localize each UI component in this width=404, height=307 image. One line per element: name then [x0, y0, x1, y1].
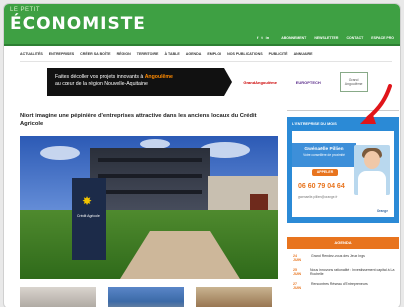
nav-item-actualites[interactable]: ACTUALITÉS	[20, 52, 43, 56]
sidebar-ad-card: Gwénaëlle Pillien Votre conseillère de p…	[292, 131, 394, 217]
banner-text-panel: Faites décoller vos projets innovants à …	[47, 68, 214, 96]
photo-head	[364, 151, 380, 169]
banner-arrow-shape	[214, 68, 232, 96]
ad-email[interactable]: gwenaelle.pillien@orange.fr	[298, 195, 337, 199]
nav-item-publications[interactable]: NOS PUBLICATIONS	[227, 52, 262, 56]
banner-logo-europtech: EUROPTECH	[295, 79, 321, 85]
nav-item-region[interactable]: RÉGION	[117, 52, 131, 56]
agenda-text[interactable]: Nous innovons rationalité : Investisseme…	[310, 268, 399, 276]
building-window-band	[98, 174, 202, 178]
thumbnail-1[interactable]	[20, 287, 96, 307]
thumbnail-2[interactable]	[108, 287, 184, 307]
star-icon: ✸	[82, 194, 93, 208]
ad-name: Gwénaëlle Pillien	[304, 147, 344, 152]
nav-item-creer[interactable]: CRÉER SA BOÎTE	[80, 52, 110, 56]
banner-ad[interactable]: Faites décoller vos projets innovants à …	[47, 68, 377, 96]
building-window-band	[98, 190, 202, 194]
image-building	[90, 148, 210, 218]
banner-logos: GrandAngoulême EUROPTECH Grand Angoulême	[224, 68, 377, 96]
agenda-item[interactable]: 27 JUIN Rencontres Réseau d'Entrepreneur…	[293, 282, 399, 290]
nav-item-agenda[interactable]: AGENDA	[186, 52, 202, 56]
twitter-icon[interactable]: t	[261, 35, 262, 40]
article-title[interactable]: Niort imagine une pépinière d'entreprise…	[20, 112, 280, 128]
nav-item-a-table[interactable]: À TABLE	[164, 52, 179, 56]
banner-logo-grandangouleme: GrandAngoulême	[243, 79, 277, 85]
ad-person-photo	[354, 145, 390, 195]
agenda-header: AGENDA	[287, 237, 399, 249]
agenda-text[interactable]: Rencontres Réseau d'Entrepreneurs	[311, 282, 368, 290]
ad-brand-logo: Orange	[376, 209, 388, 213]
thumbnail-3[interactable]	[196, 287, 272, 307]
agenda-item[interactable]: 25 JUIN Nous innovons rationalité : Inve…	[293, 268, 399, 276]
site-header: LE PETIT ÉCONOMISTE f t in ABONNEMENT NE…	[4, 4, 400, 44]
logo-tagline: LE PETIT	[10, 7, 41, 13]
agenda-text[interactable]: Grand Rendez-vous des Jeux Ings	[311, 254, 365, 262]
ad-subtitle: Votre conseillère de proximité	[303, 152, 345, 157]
banner-subtext: au cœur de la région Nouvelle-Aquitaine	[55, 81, 148, 87]
agenda-date: 27 JUIN	[293, 282, 301, 290]
nav-item-publicite[interactable]: PUBLICITÉ	[269, 52, 288, 56]
main-nav: ACTUALITÉS ENTREPRISES CRÉER SA BOÎTE RÉ…	[20, 52, 313, 56]
social-icons: f t in	[257, 35, 269, 40]
nav-item-entreprises[interactable]: ENTREPRISES	[49, 52, 74, 56]
image-cloud	[40, 146, 80, 160]
banner-highlight: Angoulême	[144, 74, 173, 80]
sidebar-ad[interactable]: L'ENTREPRISE DU MOIS Gwénaëlle Pillien V…	[287, 117, 399, 223]
nav-item-emploi[interactable]: EMPLOI	[207, 52, 221, 56]
nav-item-territoire[interactable]: TERRITOIRE	[137, 52, 159, 56]
ad-name-bar: Gwénaëlle Pillien Votre conseillère de p…	[292, 143, 356, 167]
nav-divider	[20, 61, 392, 62]
facebook-icon[interactable]: f	[257, 35, 258, 40]
sign-text: Crédit Agricole	[77, 214, 100, 218]
top-link-contact[interactable]: CONTACT	[346, 36, 363, 40]
top-link-newsletter[interactable]: NEWSLETTER	[314, 36, 338, 40]
photo-shirt	[358, 171, 386, 195]
header-divider	[4, 44, 400, 46]
agenda-date: 25 JUIN	[293, 268, 301, 276]
image-sign: ✸ Crédit Agricole	[72, 178, 106, 260]
site-logo[interactable]: ÉCONOMISTE	[10, 14, 146, 34]
agenda-date: 24 JUIN	[293, 254, 301, 262]
agenda-item[interactable]: 24 JUIN Grand Rendez-vous des Jeux Ings	[293, 254, 399, 262]
red-arrow-icon	[360, 84, 392, 124]
top-link-pro[interactable]: ESPACE PRO	[371, 36, 394, 40]
top-link-subscribe[interactable]: ABONNEMENT	[281, 36, 306, 40]
agenda-list: 24 JUIN Grand Rendez-vous des Jeux Ings …	[293, 254, 399, 296]
ad-phone[interactable]: 06 60 79 04 64	[298, 183, 345, 190]
linkedin-icon[interactable]: in	[266, 35, 270, 40]
page-frame: LE PETIT ÉCONOMISTE f t in ABONNEMENT NE…	[3, 3, 401, 307]
building-window-band	[98, 158, 202, 162]
nav-item-annuaire[interactable]: ANNUAIRE	[294, 52, 313, 56]
article-image[interactable]: ✸ Crédit Agricole	[20, 136, 278, 279]
banner-text: Faites décoller vos projets innovants à	[55, 74, 145, 80]
top-links: f t in ABONNEMENT NEWSLETTER CONTACT ESP…	[257, 35, 394, 40]
ad-call-button[interactable]: APPELER	[312, 169, 338, 176]
